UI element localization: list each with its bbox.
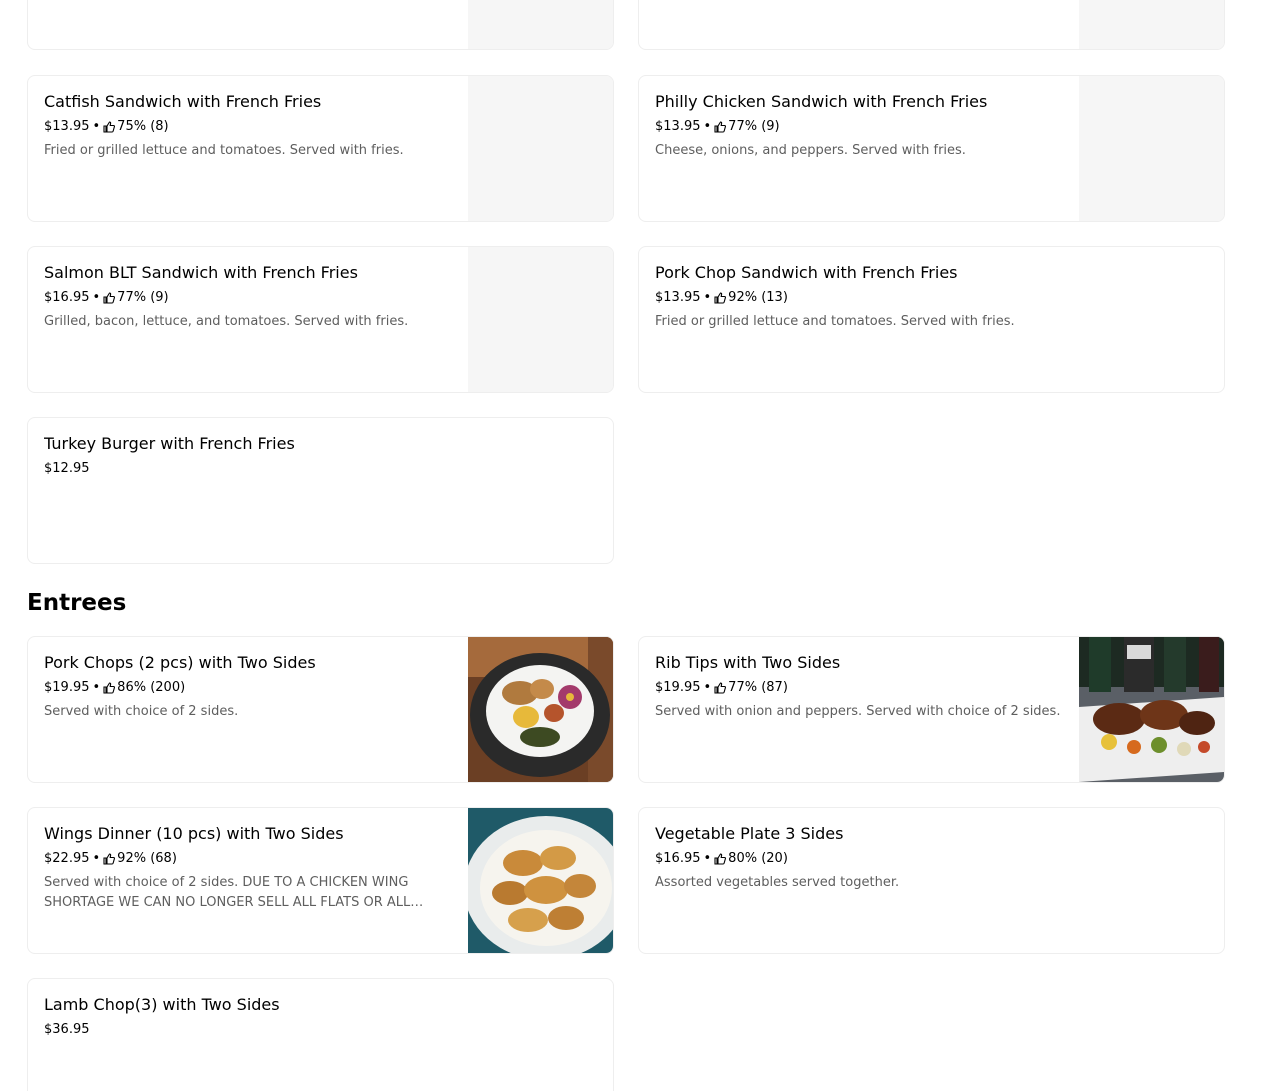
menu-item-meta: $36.95 (44, 1020, 597, 1040)
menu-item-card[interactable]: Turkey Burger with French Fries $12.95 (27, 417, 614, 564)
menu-item-meta: $13.95 • 77% (9) (655, 117, 1064, 137)
thumbs-up-icon (103, 121, 116, 133)
thumbs-up-icon (714, 121, 727, 133)
chicken-wings-plate-image (468, 808, 613, 953)
menu-item-meta: $13.95 • 75% (8) (44, 117, 453, 137)
menu-item-rating: 77% (87) (728, 680, 788, 695)
menu-item-image-placeholder (468, 76, 613, 221)
menu-item-card[interactable]: Pork Chop Sandwich with French Fries $13… (638, 246, 1225, 393)
menu-item-card[interactable]: Rib Tips with Two Sides $19.95 • 77% (87… (638, 636, 1225, 783)
menu-item-meta: $19.95 • 86% (200) (44, 678, 453, 698)
menu-item-price: $19.95 (44, 680, 90, 695)
menu-item-description: Fried or grilled lettuce and tomatoes. S… (655, 314, 1015, 329)
separator-dot: • (703, 851, 712, 866)
separator-dot: • (703, 119, 712, 134)
menu-item-meta: $12.95 (44, 459, 597, 479)
menu-item-meta: $16.95 • 77% (9) (44, 288, 453, 308)
thumbs-up-icon (103, 292, 116, 304)
menu-item-card[interactable]: Pork Chops (2 pcs) with Two Sides $19.95… (27, 636, 614, 783)
menu-item-meta: $16.95 • 80% (20) (655, 849, 1208, 869)
menu-item-name: Pork Chop Sandwich with French Fries (655, 263, 958, 282)
menu-item-description: Fried or grilled lettuce and tomatoes. S… (44, 143, 404, 158)
thumbs-up-icon (714, 853, 727, 865)
rib-tips-platter-image (1079, 637, 1224, 782)
menu-item-name: Turkey Burger with French Fries (44, 434, 295, 453)
menu-item-price: $36.95 (44, 1022, 90, 1037)
menu-item-price: $13.95 (655, 290, 701, 305)
menu-item-card[interactable]: Vegetable Plate 3 Sides $16.95 • 80% (20… (638, 807, 1225, 954)
menu-page: Catfish Sandwich with French Fries $13.9… (0, 0, 1270, 1091)
menu-item-name: Vegetable Plate 3 Sides (655, 824, 844, 843)
menu-item-meta: $19.95 • 77% (87) (655, 678, 1064, 698)
menu-item-name: Rib Tips with Two Sides (655, 653, 841, 672)
menu-item-card[interactable]: Lamb Chop(3) with Two Sides $36.95 (27, 978, 614, 1091)
menu-item-meta: $13.95 • 92% (13) (655, 288, 1208, 308)
separator-dot: • (703, 680, 712, 695)
menu-item-name: Catfish Sandwich with French Fries (44, 92, 322, 111)
separator-dot: • (92, 119, 101, 134)
menu-item-card-partial-left[interactable] (27, 0, 614, 50)
thumbs-up-icon (103, 682, 116, 694)
separator-dot: • (92, 680, 101, 695)
menu-item-description: Served with onion and peppers. Served wi… (655, 704, 1061, 719)
thumbs-up-icon (714, 292, 727, 304)
menu-item-image-placeholder (1079, 0, 1224, 49)
separator-dot: • (92, 851, 101, 866)
menu-item-name: Wings Dinner (10 pcs) with Two Sides (44, 824, 344, 843)
thumbs-up-icon (103, 853, 116, 865)
separator-dot: • (92, 290, 101, 305)
menu-item-price: $13.95 (44, 119, 90, 134)
menu-item-name: Salmon BLT Sandwich with French Fries (44, 263, 358, 282)
menu-item-image-placeholder (468, 247, 613, 392)
menu-item-description: Grilled, bacon, lettuce, and tomatoes. S… (44, 314, 409, 329)
menu-item-card[interactable]: Philly Chicken Sandwich with French Frie… (638, 75, 1225, 222)
menu-item-rating: 92% (68) (117, 851, 177, 866)
menu-item-name: Lamb Chop(3) with Two Sides (44, 995, 280, 1014)
menu-item-rating: 77% (9) (117, 290, 169, 305)
menu-item-price: $19.95 (655, 680, 701, 695)
menu-item-meta: $22.95 • 92% (68) (44, 849, 453, 869)
menu-item-rating: 75% (8) (117, 119, 169, 134)
menu-item-price: $16.95 (44, 290, 90, 305)
menu-item-image-placeholder (1079, 76, 1224, 221)
menu-item-description: Cheese, onions, and peppers. Served with… (655, 143, 966, 158)
menu-item-rating: 77% (9) (728, 119, 780, 134)
menu-item-description: Served with choice of 2 sides. DUE TO A … (44, 875, 411, 910)
menu-item-card[interactable]: Catfish Sandwich with French Fries $13.9… (27, 75, 614, 222)
menu-item-price: $22.95 (44, 851, 90, 866)
menu-item-price: $13.95 (655, 119, 701, 134)
menu-item-rating: 86% (200) (117, 680, 186, 695)
menu-item-image (1079, 637, 1224, 782)
menu-item-description: Served with choice of 2 sides. (44, 704, 239, 719)
menu-item-price: $16.95 (655, 851, 701, 866)
menu-item-image (468, 637, 613, 782)
pork-chops-plate-image (468, 637, 613, 782)
separator-dot: • (703, 290, 712, 305)
menu-item-image (468, 808, 613, 953)
menu-item-card[interactable]: Wings Dinner (10 pcs) with Two Sides $22… (27, 807, 614, 954)
menu-item-rating: 92% (13) (728, 290, 788, 305)
menu-item-name: Pork Chops (2 pcs) with Two Sides (44, 653, 316, 672)
section-title-entrees: Entrees (27, 590, 127, 616)
menu-item-card-partial-right[interactable] (638, 0, 1225, 50)
menu-item-description: Assorted vegetables served together. (655, 875, 900, 890)
menu-item-rating: 80% (20) (728, 851, 788, 866)
menu-item-price: $12.95 (44, 461, 90, 476)
thumbs-up-icon (714, 682, 727, 694)
menu-item-name: Philly Chicken Sandwich with French Frie… (655, 92, 988, 111)
menu-item-card[interactable]: Salmon BLT Sandwich with French Fries $1… (27, 246, 614, 393)
menu-item-image-placeholder (468, 0, 613, 49)
